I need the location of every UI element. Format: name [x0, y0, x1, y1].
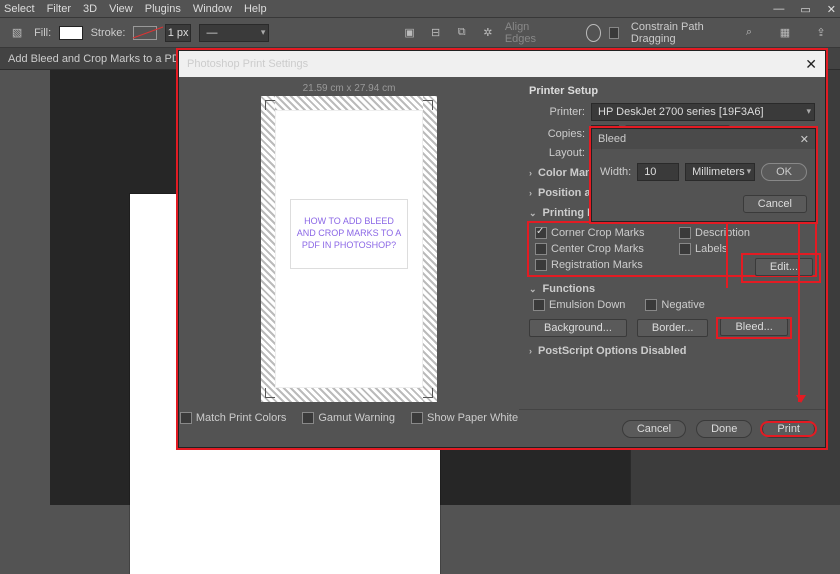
stroke-width-input[interactable]: 1 px	[165, 24, 192, 42]
labels-checkbox[interactable]	[679, 243, 691, 255]
search-icon[interactable]: ⌕	[738, 22, 760, 44]
annotation-arrow	[798, 222, 800, 402]
print-preview-panel: 21.59 cm x 27.94 cm HOW TO ADD BLEED AND…	[179, 77, 519, 447]
bleed-dialog: Bleed ✕ Width: 10 Millimeters OK Cancel	[591, 128, 816, 222]
fill-swatch[interactable]	[59, 26, 82, 40]
bleed-width-label: Width:	[600, 166, 631, 178]
align-edges-label: Align Edges	[505, 21, 553, 45]
match-colors-checkbox[interactable]	[180, 412, 192, 424]
bleed-close-icon[interactable]: ✕	[800, 133, 809, 146]
printer-setup-header: Printer Setup	[529, 85, 815, 97]
background-button[interactable]: Background...	[529, 319, 627, 337]
layout-label: Layout:	[529, 147, 585, 159]
printer-dropdown[interactable]: HP DeskJet 2700 series [19F3A6]	[591, 103, 815, 121]
annotation-arrow	[726, 212, 728, 288]
stroke-swatch[interactable]	[133, 26, 156, 40]
description-label: Description	[695, 227, 750, 239]
print-preview: HOW TO ADD BLEED AND CROP MARKS TO A PDF…	[261, 96, 437, 402]
registration-checkbox[interactable]	[535, 259, 547, 271]
menu-filter[interactable]: Filter	[47, 3, 71, 15]
dialog-footer: Cancel Done Print	[519, 409, 825, 447]
section-postscript[interactable]: ›PostScript Options Disabled	[529, 345, 815, 357]
gear-icon[interactable]: ✲	[479, 22, 497, 44]
gamut-checkbox[interactable]	[302, 412, 314, 424]
dialog-title: Photoshop Print Settings	[187, 58, 308, 70]
bleed-units-dropdown[interactable]: Millimeters	[685, 163, 755, 181]
bleed-ok-button[interactable]: OK	[761, 163, 807, 181]
print-dialog: Photoshop Print Settings ✕ 21.59 cm x 27…	[178, 50, 826, 448]
bleed-titlebar: Bleed ✕	[592, 129, 815, 149]
workspace-icon[interactable]: ▦	[774, 22, 796, 44]
align-icon[interactable]: ⊟	[427, 22, 445, 44]
paper-white-checkbox[interactable]	[411, 412, 423, 424]
cancel-button[interactable]: Cancel	[622, 420, 686, 438]
paper-white-label: Show Paper White	[427, 412, 518, 424]
constrain-label: Constrain Path Dragging	[631, 21, 730, 45]
center-crop-label: Center Crop Marks	[551, 243, 644, 255]
registration-label: Registration Marks	[551, 259, 643, 271]
printer-label: Printer:	[529, 106, 585, 118]
negative-checkbox[interactable]	[645, 299, 657, 311]
menu-window[interactable]: Window	[193, 3, 232, 15]
preview-text: HOW TO ADD BLEED AND CROP MARKS TO A PDF…	[290, 199, 408, 269]
edit-button[interactable]: Edit...	[755, 258, 813, 276]
menu-bar: Select Filter 3D View Plugins Window Hel…	[0, 0, 840, 18]
emulsion-checkbox[interactable]	[533, 299, 545, 311]
dialog-close-icon[interactable]: ✕	[805, 56, 817, 73]
share-icon[interactable]: ⇪	[810, 22, 832, 44]
bleed-title: Bleed	[598, 133, 626, 145]
match-colors-label: Match Print Colors	[196, 412, 286, 424]
stroke-label: Stroke:	[91, 27, 126, 39]
stroke-style-dropdown[interactable]: —	[199, 24, 269, 42]
done-button[interactable]: Done	[696, 420, 752, 438]
fill-label: Fill:	[34, 27, 51, 39]
print-button[interactable]: Print	[762, 420, 815, 438]
close-icon[interactable]: ✕	[827, 3, 836, 16]
border-button[interactable]: Border...	[637, 319, 709, 337]
bleed-width-input[interactable]: 10	[637, 163, 679, 181]
labels-label: Labels	[695, 243, 727, 255]
corner-crop-label: Corner Crop Marks	[551, 227, 645, 239]
constrain-checkbox[interactable]	[609, 27, 619, 39]
emulsion-label: Emulsion Down	[549, 299, 625, 311]
arrange-icon[interactable]: ⧉	[453, 22, 471, 44]
menu-select[interactable]: Select	[4, 3, 35, 15]
bleed-button[interactable]: Bleed...	[720, 318, 787, 336]
negative-label: Negative	[661, 299, 704, 311]
reset-icon[interactable]	[586, 24, 601, 42]
path-ops-icon[interactable]: ▣	[401, 22, 419, 44]
dialog-titlebar: Photoshop Print Settings ✕	[179, 51, 825, 77]
menu-3d[interactable]: 3D	[83, 3, 97, 15]
gamut-label: Gamut Warning	[318, 412, 395, 424]
menu-view[interactable]: View	[109, 3, 133, 15]
menu-help[interactable]: Help	[244, 3, 267, 15]
bleed-cancel-button[interactable]: Cancel	[743, 195, 807, 213]
center-crop-checkbox[interactable]	[535, 243, 547, 255]
preview-dimensions: 21.59 cm x 27.94 cm	[303, 83, 396, 94]
menu-plugins[interactable]: Plugins	[145, 3, 181, 15]
minimize-icon[interactable]: —	[773, 3, 784, 15]
description-checkbox[interactable]	[679, 227, 691, 239]
copies-label: Copies:	[529, 128, 585, 140]
options-bar: ▧ Fill: Stroke: 1 px — ▣ ⊟ ⧉ ✲ Align Edg…	[0, 18, 840, 48]
section-functions[interactable]: ⌄Functions	[529, 283, 815, 295]
maximize-icon[interactable]: ▭	[800, 3, 810, 16]
corner-crop-checkbox[interactable]	[535, 227, 547, 239]
tool-icon[interactable]: ▧	[8, 22, 26, 44]
